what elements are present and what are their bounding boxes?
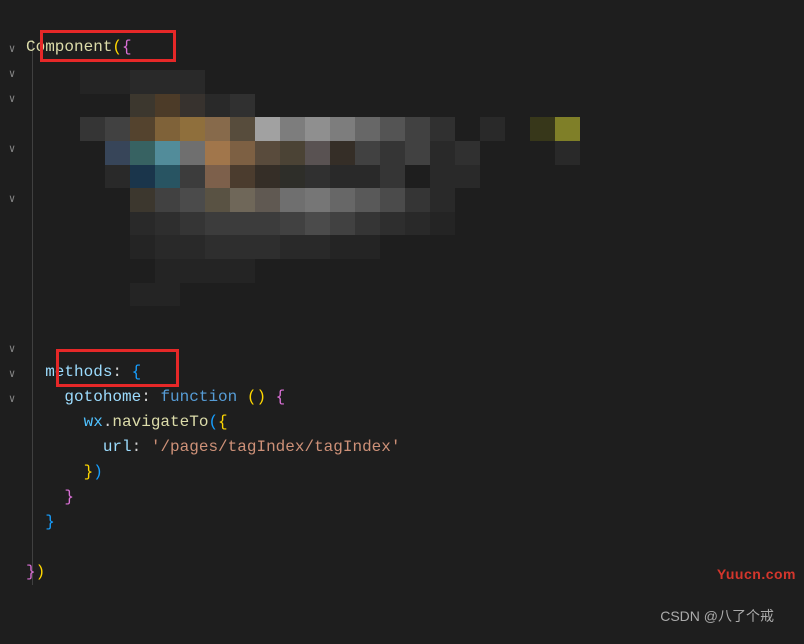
obscured-code-pixelated (80, 70, 580, 330)
url-key: url (103, 438, 132, 456)
code-line: Component({ (26, 35, 804, 60)
url-value: '/pages/tagIndex/tagIndex' (151, 438, 401, 456)
code-line: }) (26, 460, 804, 485)
fold-icon[interactable]: ∨ (9, 38, 16, 63)
function-keyword: function (160, 388, 237, 406)
fold-icon[interactable]: ∨ (9, 388, 16, 413)
fold-icon[interactable]: ∨ (9, 63, 16, 88)
fold-icon[interactable]: ∨ (9, 188, 16, 213)
fold-icon[interactable]: ∨ (9, 138, 16, 163)
code-line: } (26, 510, 804, 535)
code-content[interactable]: Component({ methods: { gotohome: functio… (24, 0, 804, 644)
code-editor: ∨ ∨ ∨ ∨ ∨ ∨ ∨ ∨ Component({ (0, 0, 804, 644)
wx-var: wx (84, 413, 103, 431)
code-line: methods: { (26, 360, 804, 385)
code-line: url: '/pages/tagIndex/tagIndex' (26, 435, 804, 460)
watermark-yuucn: Yuucn.com (717, 566, 796, 582)
fold-icon[interactable]: ∨ (9, 338, 16, 363)
navigateTo-method: navigateTo (112, 413, 208, 431)
component-fn: Component (26, 38, 112, 56)
code-line: }) (26, 560, 804, 585)
code-line: } (26, 485, 804, 510)
fold-icon[interactable]: ∨ (9, 363, 16, 388)
fold-gutter: ∨ ∨ ∨ ∨ ∨ ∨ ∨ ∨ (0, 0, 24, 644)
code-line: gotohome: function () { (26, 385, 804, 410)
code-line: wx.navigateTo({ (26, 410, 804, 435)
gotohome-key: gotohome (64, 388, 141, 406)
watermark-csdn: CSDN @八了个戒 (660, 606, 774, 626)
methods-key: methods (45, 363, 112, 381)
fold-icon[interactable]: ∨ (9, 88, 16, 113)
